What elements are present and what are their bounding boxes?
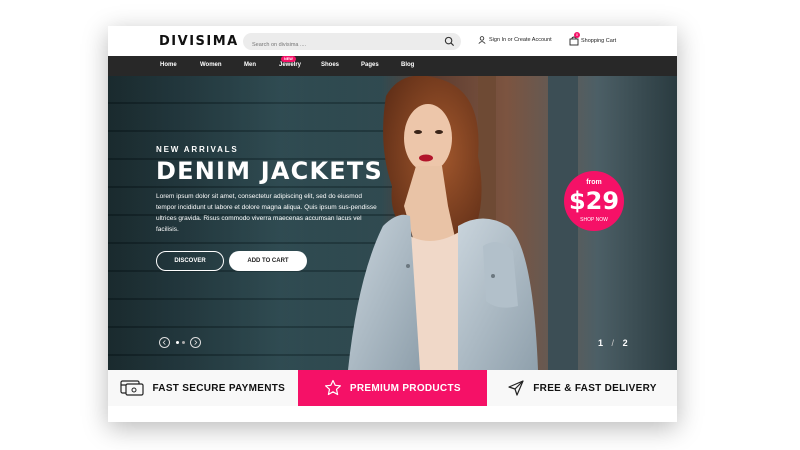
new-badge: NEW [281, 56, 296, 62]
account-link[interactable]: Sign In or Create Account [478, 36, 552, 44]
site-logo[interactable]: DIVISIMA [159, 34, 239, 49]
feature-delivery-label: FREE & FAST DELIVERY [533, 382, 657, 394]
star-icon [324, 379, 341, 396]
feature-delivery: FREE & FAST DELIVERY [487, 370, 677, 406]
feature-premium: PREMIUM PRODUCTS [297, 370, 488, 406]
account-label: Sign In or Create Account [489, 37, 552, 43]
hero-title: DENIM JACKETS [156, 157, 383, 185]
send-icon [508, 380, 524, 396]
slide-dot-2[interactable] [182, 341, 185, 344]
search-icon[interactable] [444, 36, 455, 47]
chevron-left-icon[interactable] [159, 337, 170, 348]
hero-description: Lorem ipsum dolor sit amet, consectetur … [156, 193, 377, 233]
user-icon [478, 36, 486, 44]
feature-payments: FAST SECURE PAYMENTS [108, 370, 298, 406]
nav-item-blog[interactable]: Blog [401, 62, 414, 68]
card-icon [120, 380, 145, 396]
browser-frame: DIVISIMA Sign In or Create Account 0 [108, 26, 677, 422]
main-nav: Home Women Men NEW Jewelry Shoes Pages B… [108, 56, 677, 76]
feature-payments-label: FAST SECURE PAYMENTS [152, 382, 286, 394]
cart-count-badge: 0 [574, 32, 580, 38]
discover-button[interactable]: DISCOVER [156, 251, 224, 271]
price-badge[interactable]: from $29 SHOP NOW [564, 171, 624, 231]
shop-now-link[interactable]: SHOP NOW [564, 217, 624, 223]
hero-kicker: NEW ARRIVALS [156, 145, 239, 154]
hero-slider: NEW ARRIVALS DENIM JACKETS Lorem ipsum d… [108, 76, 677, 370]
shopping-cart-link[interactable]: 0 Shopping Cart [569, 32, 617, 46]
cart-label: Shopping Cart [581, 38, 617, 44]
nav-item-jewelry[interactable]: NEW Jewelry [279, 56, 302, 68]
nav-item-home[interactable]: Home [160, 62, 177, 68]
slide-dot-1[interactable] [176, 341, 179, 344]
slide-current: 1 [598, 338, 604, 348]
slide-total: 2 [622, 338, 628, 348]
features-bar: FAST SECURE PAYMENTS PREMIUM PRODUCTS FR… [108, 370, 677, 406]
site-header: DIVISIMA Sign In or Create Account 0 [108, 26, 677, 56]
search-bar [243, 33, 461, 54]
nav-item-pages[interactable]: Pages [361, 62, 379, 68]
chevron-right-icon[interactable] [190, 337, 201, 348]
nav-item-jewelry-label: Jewelry [279, 62, 302, 68]
price-from: from [586, 179, 602, 186]
add-to-cart-button[interactable]: ADD TO CART [229, 251, 307, 271]
feature-premium-label: PREMIUM PRODUCTS [349, 382, 461, 394]
slide-counter: 1 / 2 [598, 338, 628, 348]
nav-item-men[interactable]: Men [244, 62, 256, 68]
nav-item-women[interactable]: Women [200, 62, 222, 68]
search-input[interactable] [243, 36, 433, 54]
page-bottom [108, 406, 677, 422]
price-value: $29 [568, 187, 620, 215]
nav-item-shoes[interactable]: Shoes [321, 62, 339, 68]
